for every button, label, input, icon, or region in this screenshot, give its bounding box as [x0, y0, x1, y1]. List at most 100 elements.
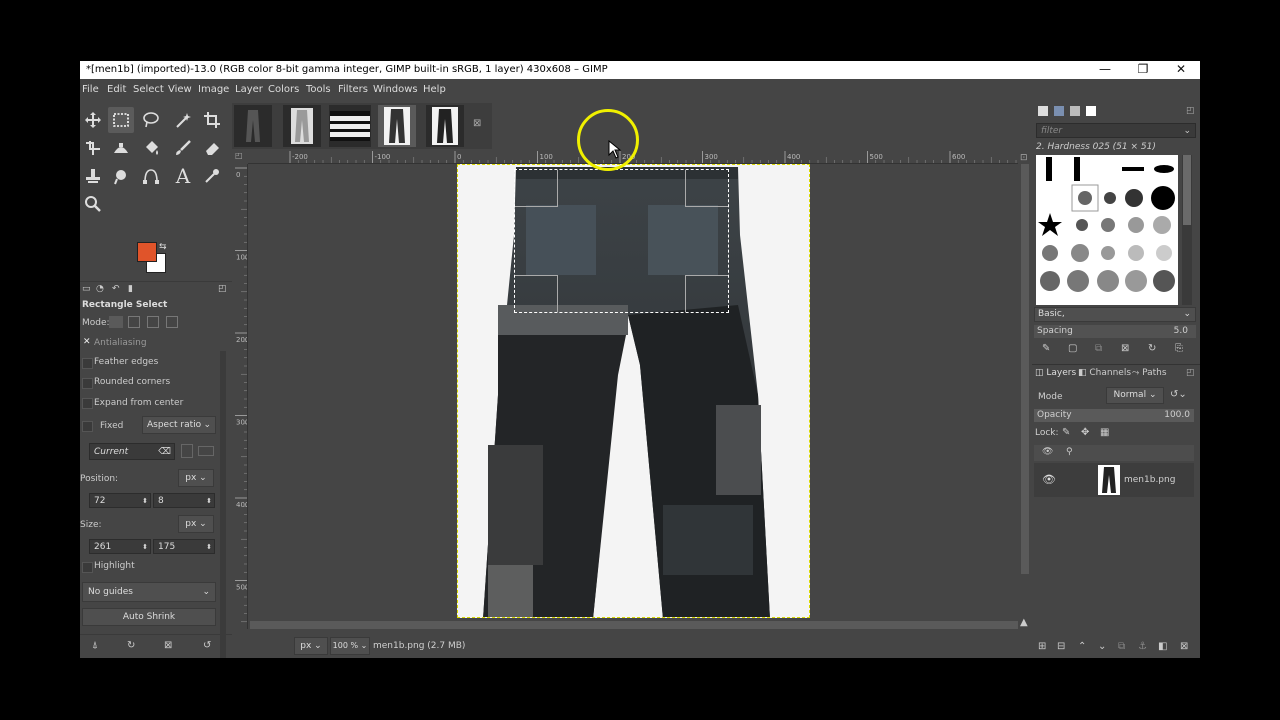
brush-preset-select[interactable]: Basic, ⌄ — [1034, 307, 1196, 322]
paths-tool-icon[interactable] — [138, 163, 164, 189]
new-brush-icon[interactable]: ▢ — [1068, 343, 1077, 354]
warp-tool-icon[interactable] — [108, 135, 134, 161]
spinner-icon[interactable]: ⬍ — [206, 540, 212, 555]
image-tab-thumb[interactable] — [426, 105, 464, 147]
bucket-fill-tool-icon[interactable] — [138, 135, 164, 161]
menu-image[interactable]: Image — [198, 84, 229, 95]
position-unit-select[interactable]: px ⌄ — [178, 469, 214, 487]
zoom-select[interactable]: 100 % ⌄ — [330, 637, 370, 655]
layer-row[interactable]: 👁 men1b.png — [1034, 463, 1194, 497]
foreground-color-swatch[interactable] — [137, 242, 157, 262]
landscape-icon[interactable] — [198, 446, 214, 456]
spinner-icon[interactable]: ⬍ — [142, 494, 148, 509]
antialiasing-checkbox[interactable]: ✕ — [83, 337, 91, 347]
unit-select[interactable]: px ⌄ — [294, 637, 328, 655]
fonts-tab-icon[interactable] — [1070, 106, 1080, 116]
menu-edit[interactable]: Edit — [107, 84, 126, 95]
menu-select[interactable]: Select — [133, 84, 164, 95]
expand-from-center-checkbox[interactable] — [82, 398, 93, 409]
mask-layer-icon[interactable]: ◧ — [1158, 641, 1167, 652]
save-options-icon[interactable]: ⍋ — [92, 640, 98, 651]
image-tab-thumb[interactable] — [234, 105, 272, 147]
minimize-button[interactable]: — — [1090, 62, 1120, 78]
move-tool-icon[interactable] — [80, 107, 106, 133]
layer-mode-select[interactable]: Normal ⌄ — [1106, 387, 1164, 404]
delete-brush-icon[interactable]: ⊠ — [1121, 343, 1129, 354]
navigate-icon[interactable]: ▲ — [1020, 617, 1028, 628]
refresh-brushes-icon[interactable]: ↻ — [1148, 343, 1156, 354]
image-tab-thumb[interactable] — [283, 105, 321, 147]
brush-filter-input[interactable]: filter ⌄ — [1036, 123, 1196, 138]
close-button[interactable]: ✕ — [1166, 62, 1196, 78]
anchor-layer-icon[interactable]: ⚓ — [1138, 641, 1147, 652]
mode-add-icon[interactable] — [128, 316, 140, 328]
size-height-input[interactable]: 175 ⬍ — [153, 539, 215, 554]
opacity-slider[interactable]: Opacity 100.0 — [1034, 409, 1194, 422]
vertical-scrollbar[interactable] — [1021, 164, 1029, 574]
undo-history-tab-icon[interactable]: ↶ — [112, 284, 120, 294]
maximize-button[interactable]: ❐ — [1128, 62, 1158, 78]
new-layer-icon[interactable]: ⊞ — [1038, 641, 1046, 652]
mode-subtract-icon[interactable] — [147, 316, 159, 328]
eraser-tool-icon[interactable] — [199, 135, 225, 161]
feather-edges-checkbox[interactable] — [82, 358, 93, 369]
brush-scrollbar[interactable] — [1182, 155, 1192, 305]
smudge-tool-icon[interactable] — [108, 163, 134, 189]
duplicate-brush-icon[interactable]: ⧉ — [1095, 343, 1102, 354]
crop-tool-icon[interactable] — [199, 107, 225, 133]
spinner-icon[interactable]: ⬍ — [142, 540, 148, 555]
spinner-icon[interactable]: ⬍ — [206, 494, 212, 509]
lock-alpha-icon[interactable]: ▦ — [1100, 427, 1109, 438]
configure-tab-icon[interactable]: ◰ — [1186, 368, 1195, 378]
size-width-input[interactable]: 261 ⬍ — [89, 539, 151, 554]
aspect-current-field[interactable]: Current ⌫ — [89, 443, 175, 460]
image-canvas[interactable] — [457, 164, 810, 618]
zoom-image-icon[interactable]: ⊡ — [1020, 153, 1030, 163]
duplicate-layer-icon[interactable]: ⧉ — [1118, 641, 1125, 652]
rect-selection[interactable] — [514, 169, 729, 313]
selection-handle[interactable] — [685, 275, 728, 312]
rounded-corners-checkbox[interactable] — [82, 378, 93, 389]
ruler-corner-icon[interactable]: ◰ — [235, 151, 247, 163]
raise-layer-icon[interactable]: ⌃ — [1078, 641, 1086, 652]
device-status-tab-icon[interactable]: ◔ — [96, 284, 104, 294]
menu-tools[interactable]: Tools — [306, 84, 331, 95]
delete-options-icon[interactable]: ⊠ — [164, 640, 172, 651]
selection-handle[interactable] — [515, 275, 558, 312]
tab-channels[interactable]: ◧ Channels — [1078, 368, 1131, 378]
guides-select[interactable]: No guides ⌄ — [82, 582, 216, 602]
configure-tab-icon[interactable]: ◰ — [1186, 106, 1195, 116]
highlight-checkbox[interactable] — [82, 562, 93, 573]
color-picker-tool-icon[interactable] — [199, 163, 225, 189]
horizontal-scrollbar[interactable] — [250, 621, 1018, 629]
position-x-input[interactable]: 72 ⬍ — [89, 493, 151, 508]
delete-layer-icon[interactable]: ⊠ — [1180, 641, 1188, 652]
tool-options-scrollbar[interactable] — [220, 351, 226, 658]
lock-position-icon[interactable]: ✥ — [1081, 427, 1089, 438]
tab-paths[interactable]: ⤳ Paths — [1132, 368, 1167, 378]
patterns-tab-icon[interactable] — [1054, 106, 1064, 116]
text-tool-icon[interactable]: A — [170, 163, 196, 189]
menu-colors[interactable]: Colors — [268, 84, 299, 95]
images-tab-icon[interactable]: ▮ — [128, 284, 133, 294]
clone-tool-icon[interactable] — [80, 163, 106, 189]
swap-colors-icon[interactable]: ⇆ — [159, 242, 168, 252]
new-group-icon[interactable]: ⊟ — [1057, 641, 1065, 652]
portrait-icon[interactable] — [181, 444, 193, 458]
menu-layer[interactable]: Layer — [235, 84, 263, 95]
clear-icon[interactable]: ⌫ — [158, 444, 171, 461]
zoom-tool-icon[interactable] — [80, 191, 106, 217]
image-tab-thumb[interactable] — [329, 105, 371, 147]
free-select-tool-icon[interactable] — [138, 107, 164, 133]
selection-handle[interactable] — [685, 170, 728, 207]
brush-grid[interactable] — [1036, 155, 1178, 305]
mode-reset-icon[interactable]: ↺⌄ — [1170, 389, 1187, 400]
eye-icon[interactable]: 👁 — [1042, 473, 1056, 486]
size-unit-select[interactable]: px ⌄ — [178, 515, 214, 533]
brushes-tab-icon[interactable] — [1038, 106, 1048, 116]
position-y-input[interactable]: 8 ⬍ — [153, 493, 215, 508]
edit-brush-icon[interactable]: ✎ — [1042, 343, 1050, 354]
selection-handle[interactable] — [515, 170, 558, 207]
menu-view[interactable]: View — [168, 84, 192, 95]
close-tab-icon[interactable]: ⊠ — [473, 118, 481, 129]
